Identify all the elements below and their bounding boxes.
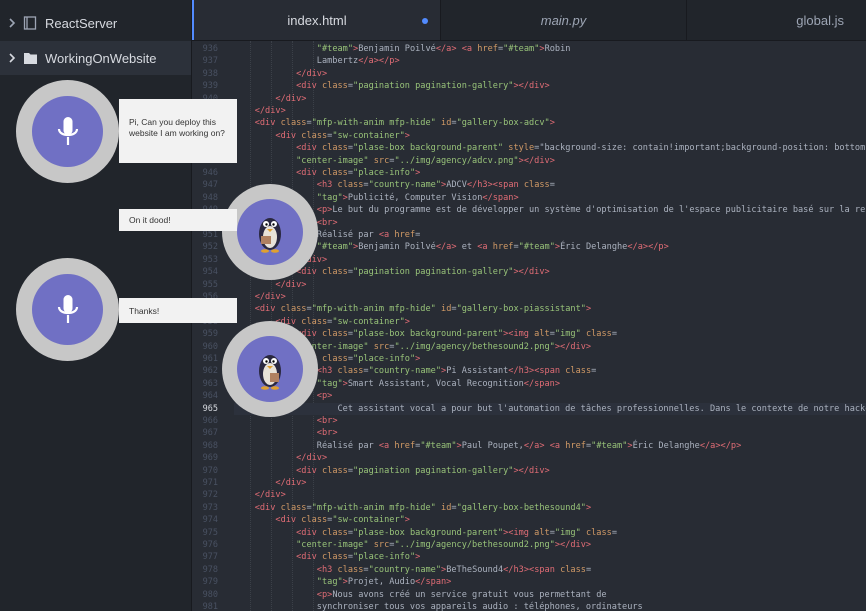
line-number: 971 — [202, 478, 218, 488]
code-line[interactable]: <div class="plase-box background-parent"… — [234, 142, 866, 154]
code-line[interactable]: "#team">Benjamin Poilvé</a> <a href="#te… — [234, 43, 571, 55]
chat-message-bot: On it dood! — [119, 209, 237, 231]
penguin-icon — [259, 218, 281, 253]
code-line[interactable]: <div class="pagination pagination-galler… — [234, 465, 550, 477]
modified-indicator-icon[interactable] — [422, 18, 428, 24]
tree-item-workingonwebsite[interactable]: WorkingOnWebsite — [0, 41, 191, 75]
book-icon — [23, 16, 37, 30]
line-number: 965 — [202, 403, 218, 414]
chevron-right-icon — [9, 53, 16, 63]
line-number: 936 — [202, 44, 218, 54]
microphone-icon — [57, 294, 78, 323]
line-number: 968 — [202, 440, 218, 451]
tab-index-html[interactable]: index.html — [192, 0, 440, 40]
tab-label: index.html — [287, 12, 347, 28]
microphone-icon — [57, 116, 78, 145]
code-line[interactable]: Lambertz</a></p> — [234, 55, 400, 67]
code-line[interactable]: <div class="sw-container"> — [234, 130, 410, 142]
line-number: 975 — [202, 527, 218, 538]
user-avatar — [16, 258, 119, 361]
code-line[interactable]: "tag">Projet, Audio</span> — [234, 576, 452, 588]
line-number: 967 — [202, 428, 218, 439]
code-line[interactable]: Réalisé par <a href="#team">Paul Poupet,… — [234, 440, 741, 452]
penguin-icon — [259, 355, 281, 390]
line-number: 977 — [202, 552, 218, 563]
line-number: 964 — [202, 391, 218, 402]
code-area[interactable]: "#team">Benjamin Poilvé</a> <a href="#te… — [234, 41, 866, 611]
code-line[interactable]: "center-image" src="../img/agency/bethes… — [234, 539, 591, 551]
line-number: 939 — [202, 81, 218, 92]
line-number: 976 — [202, 540, 218, 550]
line-number: 974 — [202, 515, 218, 526]
line-number: 973 — [202, 502, 218, 513]
code-line[interactable]: <div class="mfp-with-anim mfp-hide" id="… — [234, 303, 591, 315]
line-number: 946 — [202, 168, 218, 178]
line-number: 938 — [202, 68, 218, 79]
code-line[interactable]: </div> — [234, 93, 306, 105]
line-number: 972 — [202, 490, 218, 501]
code-line[interactable]: <div class="place-info"> — [234, 551, 420, 563]
code-line[interactable]: synchroniser tous vos appareils audio : … — [234, 601, 643, 611]
tree-item-label: WorkingOnWebsite — [45, 50, 157, 66]
line-number: 966 — [202, 416, 218, 426]
code-line[interactable]: <div class="plase-box background-parent"… — [234, 527, 617, 539]
code-line[interactable]: </div> — [234, 105, 286, 117]
line-number: 952 — [202, 242, 218, 253]
line-number: 980 — [202, 589, 218, 600]
code-line[interactable]: <div class="place-info"> — [234, 167, 420, 179]
code-line[interactable]: <div class="pagination pagination-galler… — [234, 80, 550, 92]
code-line[interactable]: </div> — [234, 68, 327, 80]
line-number: 960 — [202, 341, 218, 352]
line-number: 954 — [202, 267, 218, 278]
line-number: 953 — [202, 254, 218, 265]
line-number: 959 — [202, 329, 218, 340]
line-number: 961 — [202, 354, 218, 364]
chevron-right-icon — [9, 18, 16, 28]
line-number: 937 — [202, 56, 218, 67]
folder-icon — [24, 53, 37, 64]
line-number: 970 — [202, 465, 218, 476]
line-number: 948 — [202, 192, 218, 203]
line-number: 969 — [202, 453, 218, 464]
line-number: 963 — [202, 378, 218, 389]
line-number: 981 — [202, 602, 218, 611]
code-line[interactable]: <br> — [234, 415, 338, 427]
code-line[interactable]: <h3 class="country-name">BeTheSound4</h3… — [234, 564, 591, 576]
code-line[interactable]: </div> — [234, 477, 306, 489]
bot-avatar — [222, 321, 318, 417]
code-line[interactable]: <p>Nous avons créé un service gratuit vo… — [234, 589, 607, 601]
code-line[interactable]: <div class="mfp-with-anim mfp-hide" id="… — [234, 502, 591, 514]
code-line[interactable]: <p>Le but du programme est de développer… — [234, 204, 866, 216]
code-line[interactable]: <div class="sw-container"> — [234, 514, 410, 526]
tab-main-py[interactable]: main.py — [440, 0, 686, 40]
code-line[interactable]: </div> — [234, 291, 286, 303]
line-number: 962 — [202, 366, 218, 377]
line-number: 955 — [202, 279, 218, 290]
tree-item-reactserver[interactable]: ReactServer — [0, 6, 191, 40]
line-number: 947 — [202, 180, 218, 191]
tab-global-js[interactable]: global.js — [686, 0, 866, 40]
code-line[interactable]: <br> — [234, 427, 338, 439]
code-line[interactable]: <div class="mfp-with-anim mfp-hide" id="… — [234, 117, 555, 129]
code-line[interactable]: </div> — [234, 279, 306, 291]
tree-item-label: ReactServer — [45, 15, 118, 31]
code-line[interactable]: </div> — [234, 452, 327, 464]
chat-message-user: Pi, Can you deploy this website I am wor… — [119, 99, 237, 163]
chat-message-user: Thanks! — [119, 298, 237, 323]
line-number: 978 — [202, 564, 218, 575]
code-line[interactable]: </div> — [234, 489, 286, 501]
code-line[interactable]: "center-image" src="../img/agency/adcv.p… — [234, 155, 555, 167]
tab-label: global.js — [796, 12, 844, 28]
code-line[interactable]: Cet assistant vocal a pour but l'automat… — [234, 402, 866, 415]
line-number: 979 — [202, 577, 218, 588]
user-avatar — [16, 80, 119, 183]
tab-label: main.py — [540, 12, 587, 28]
bot-avatar — [222, 184, 318, 280]
tab-bar: index.html main.py global.js — [192, 0, 866, 41]
